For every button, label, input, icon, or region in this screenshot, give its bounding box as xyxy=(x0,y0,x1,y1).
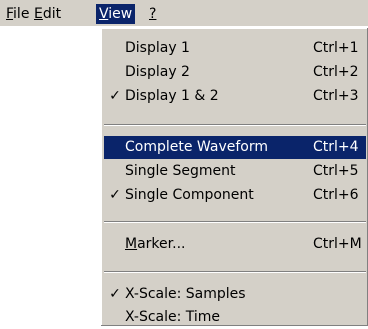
menu-item-label-rest: arker... xyxy=(137,236,186,252)
menu-item-complete-waveform[interactable]: Complete Waveform Ctrl+4 xyxy=(104,136,366,159)
menu-item-shortcut: Ctrl+6 xyxy=(313,187,359,203)
menu-item-shortcut: Ctrl+5 xyxy=(313,163,359,179)
check-icon: ✓ xyxy=(109,187,121,203)
menu-item-label: Single Segment xyxy=(125,163,236,179)
menu-item-shortcut: Ctrl+M xyxy=(313,236,362,252)
menu-item-label: Single Component xyxy=(125,187,254,203)
menu-item-marker[interactable]: Marker... Ctrl+M xyxy=(104,233,366,256)
menu-item-single-component[interactable]: ✓ Single Component Ctrl+6 xyxy=(104,184,366,207)
menu-help-label: ? xyxy=(149,6,157,22)
menu-file[interactable]: File xyxy=(3,4,32,24)
menu-view-mnemonic: V xyxy=(99,6,109,22)
menu-item-shortcut: Ctrl+4 xyxy=(313,139,359,155)
menu-item-mnemonic: M xyxy=(125,236,138,252)
view-menu-dropdown: Display 1 Ctrl+1 Display 2 Ctrl+2 ✓ Disp… xyxy=(100,27,368,326)
menu-separator xyxy=(104,271,366,273)
menu-item-x-scale-samples[interactable]: ✓ X-Scale: Samples xyxy=(104,283,366,306)
menu-help[interactable]: ? xyxy=(146,4,159,24)
menu-edit[interactable]: Edit xyxy=(31,4,64,24)
menu-separator xyxy=(104,124,366,126)
check-icon: ✓ xyxy=(109,88,121,104)
menu-bar: File Edit View ? xyxy=(0,0,368,27)
menu-view-label: iew xyxy=(108,6,133,22)
menu-item-shortcut: Ctrl+2 xyxy=(313,64,359,80)
check-icon: ✓ xyxy=(109,286,121,302)
menu-item-label: Complete Waveform xyxy=(125,139,268,155)
menu-item-display-1[interactable]: Display 1 Ctrl+1 xyxy=(104,37,366,60)
menu-item-label: Display 2 xyxy=(125,64,190,80)
menu-item-label: Display 1 xyxy=(125,40,190,56)
menu-file-label: ile xyxy=(13,6,30,22)
menu-item-shortcut: Ctrl+1 xyxy=(313,40,359,56)
menu-file-mnemonic: F xyxy=(6,6,14,22)
menu-item-display-1-and-2[interactable]: ✓ Display 1 & 2 Ctrl+3 xyxy=(104,85,366,108)
menu-separator xyxy=(104,221,366,223)
menu-item-shortcut: Ctrl+3 xyxy=(313,88,359,104)
menu-item-label: Marker... xyxy=(125,233,185,256)
menu-edit-label: dit xyxy=(42,6,62,22)
menu-item-label: X-Scale: Samples xyxy=(125,286,246,302)
menu-item-single-segment[interactable]: Single Segment Ctrl+5 xyxy=(104,160,366,183)
menu-item-label: Display 1 & 2 xyxy=(125,88,219,104)
menu-view[interactable]: View xyxy=(96,4,136,24)
menu-item-display-2[interactable]: Display 2 Ctrl+2 xyxy=(104,61,366,84)
menu-edit-mnemonic: E xyxy=(34,6,43,22)
